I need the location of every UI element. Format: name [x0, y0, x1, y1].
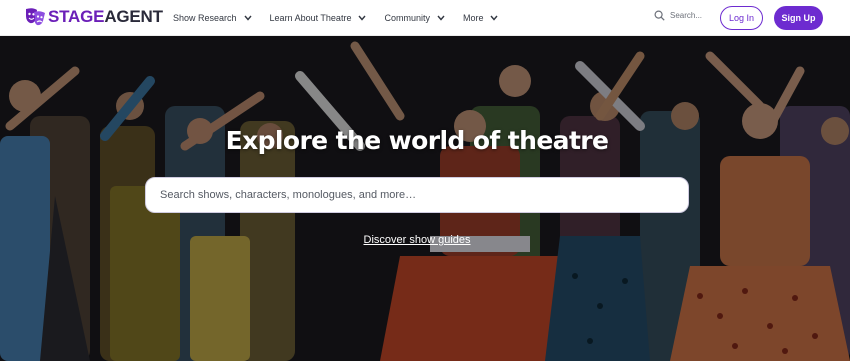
search-icon	[654, 10, 665, 21]
logo-wordmark: STAGEAGENT	[48, 7, 163, 27]
chevron-down-icon	[490, 15, 499, 21]
nav-search[interactable]: Search...	[654, 10, 702, 21]
nav-search-placeholder: Search...	[670, 11, 703, 20]
chevron-down-icon	[437, 15, 445, 21]
signup-button[interactable]: Sign Up	[774, 6, 823, 30]
menu-label: Community	[384, 13, 430, 23]
chevron-down-icon	[358, 15, 366, 21]
theatre-masks-icon	[26, 8, 45, 26]
top-navigation: STAGEAGENT Show Research Learn About The…	[0, 0, 850, 36]
main-menu: Show Research Learn About Theatre Commun…	[173, 0, 516, 36]
hero-title: Explore the world of theatre	[225, 126, 609, 155]
stageagent-logo[interactable]: STAGEAGENT	[24, 7, 163, 27]
menu-learn-about-theatre[interactable]: Learn About Theatre	[270, 13, 367, 23]
menu-more[interactable]: More	[463, 13, 499, 23]
menu-show-research[interactable]: Show Research	[173, 13, 252, 23]
logo-word-agent: AGENT	[104, 7, 163, 26]
menu-community[interactable]: Community	[384, 13, 445, 23]
logo-word-stage: STAGE	[48, 7, 105, 26]
hero-search-placeholder: Search shows, characters, monologues, an…	[160, 189, 417, 201]
discover-show-guides-link[interactable]: Discover show guides	[0, 234, 834, 246]
hero-search-input[interactable]: Search shows, characters, monologues, an…	[145, 177, 689, 213]
hero-section: Explore the world of theatre Search show…	[0, 36, 850, 361]
menu-label: Show Research	[173, 13, 237, 23]
menu-label: Learn About Theatre	[269, 13, 352, 23]
chevron-down-icon	[244, 15, 252, 21]
login-button[interactable]: Log In	[720, 6, 763, 30]
menu-label: More	[462, 13, 484, 23]
